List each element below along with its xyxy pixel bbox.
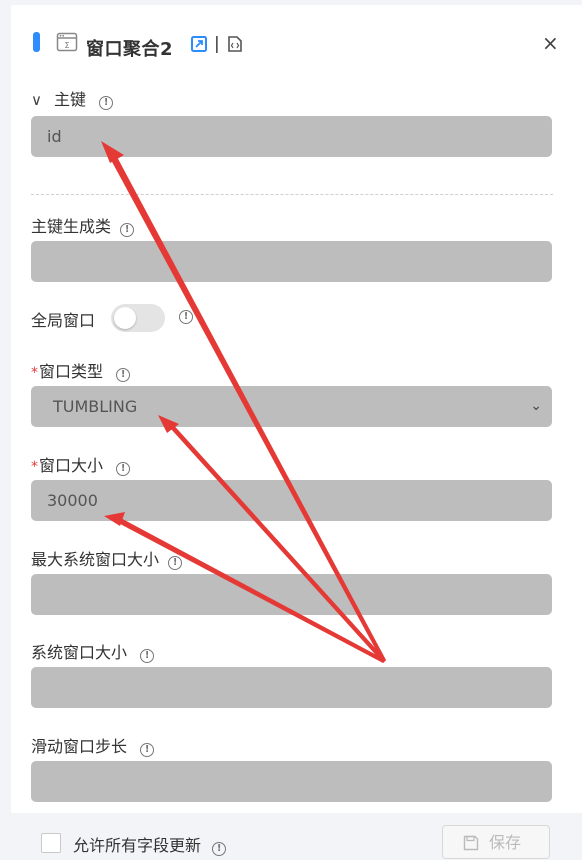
annotation-arrows	[101, 141, 386, 663]
arrowhead-id	[101, 141, 124, 163]
info-icon: !	[212, 842, 227, 856]
